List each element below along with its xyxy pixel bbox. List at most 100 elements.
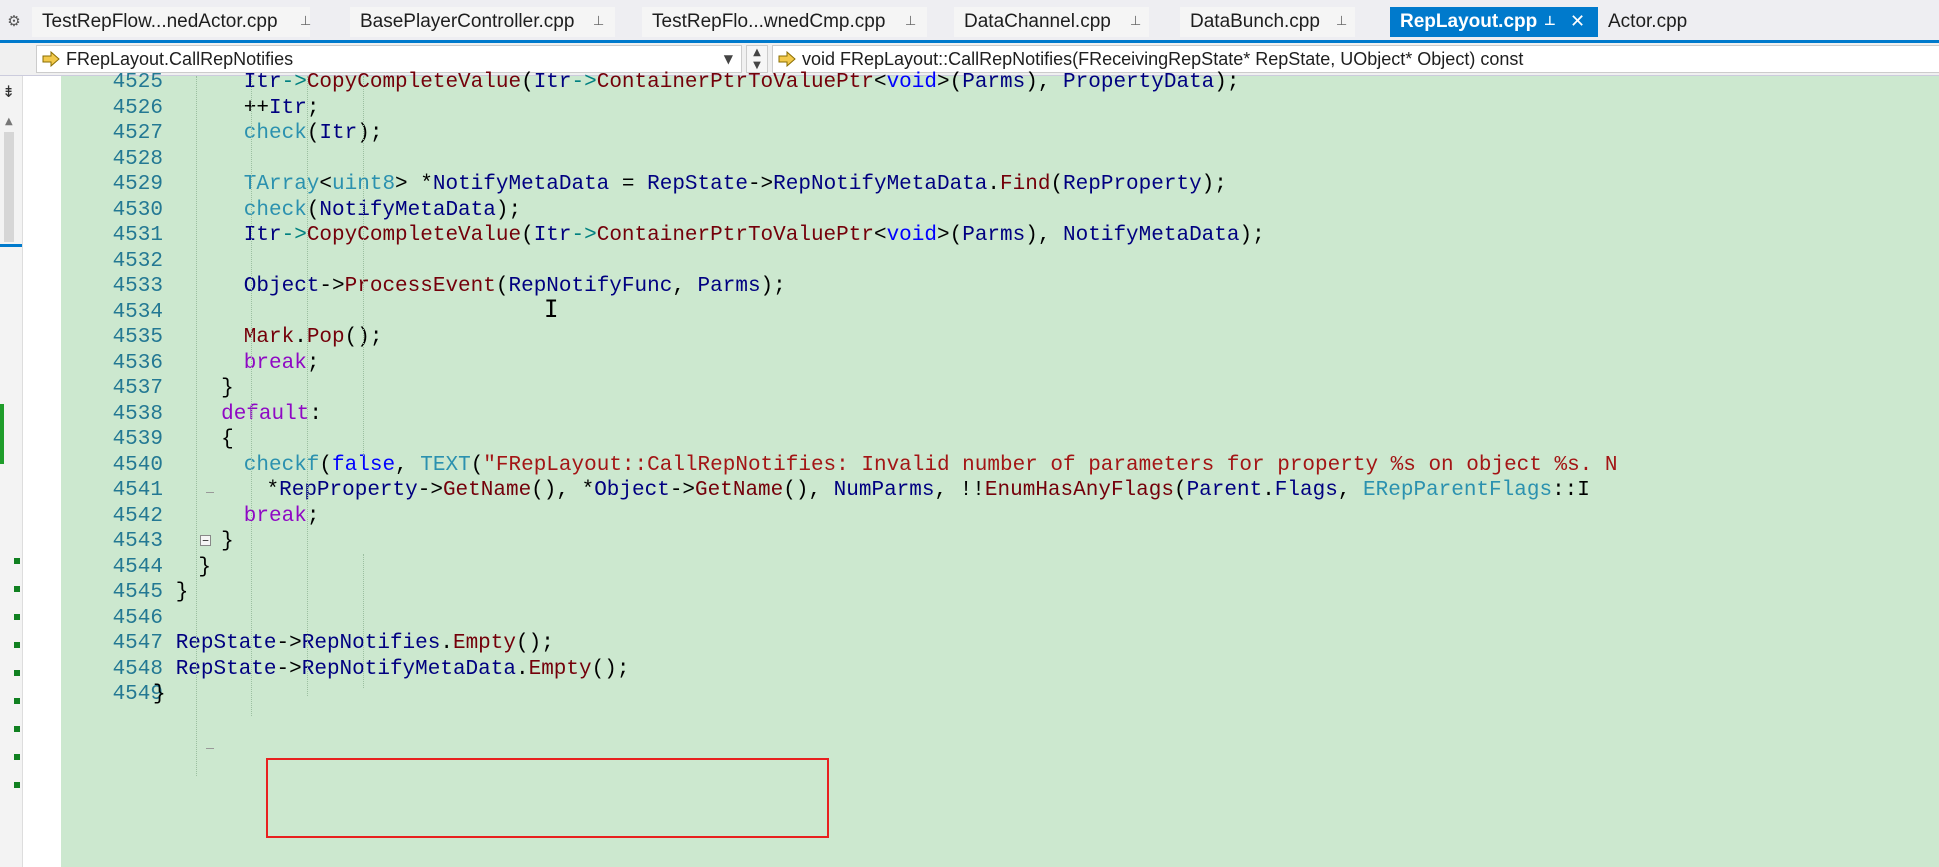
code-token: Parms (962, 71, 1026, 94)
code-token: ( (306, 122, 320, 145)
code-token: Find (1000, 173, 1051, 196)
code-line[interactable]: *RepProperty->GetName(), *Object->GetNam… (267, 475, 1590, 507)
pin-icon[interactable]: ⊥ (300, 7, 311, 37)
code-line[interactable]: Itr->CopyCompleteValue(Itr->ContainerPtr… (244, 220, 1265, 252)
change-marker (14, 754, 20, 760)
change-indicator (0, 404, 4, 464)
code-token: = (609, 173, 648, 196)
gear-icon[interactable]: ⚙ (5, 12, 23, 30)
tab-testrepflo-wnedcmp[interactable]: TestRepFlo...wnedCmp.cpp ⊥ (642, 7, 927, 37)
code-token: check (243, 198, 307, 222)
code-token: < (873, 224, 887, 247)
code-token: ( (495, 275, 509, 298)
code-line[interactable]: { (221, 424, 234, 456)
left-tool-strip: ⇟ ▲ (0, 76, 23, 867)
pin-icon[interactable]: ⊥ (905, 7, 916, 37)
change-marker (14, 670, 20, 676)
change-marker (14, 586, 20, 592)
code-token: RepNotifyMetaData (301, 657, 516, 681)
code-line[interactable]: } (198, 552, 211, 584)
code-token: ; (306, 504, 320, 528)
code-token: PropertyData (1063, 71, 1215, 94)
code-token: Pop (306, 326, 345, 349)
code-token: GetName (695, 479, 784, 502)
code-token: NotifyMetaData (1063, 224, 1240, 247)
code-token: Itr (243, 71, 282, 94)
code-line[interactable]: break; (244, 348, 320, 380)
pin-icon[interactable]: ⊥ (1130, 7, 1141, 37)
code-token: } (175, 581, 189, 604)
tab-label: Actor.cpp (1608, 11, 1688, 32)
code-line[interactable]: break; (244, 501, 320, 533)
code-token: Empty (452, 632, 516, 655)
tab-datachannel[interactable]: DataChannel.cpp ⊥ (954, 7, 1149, 37)
caret-position-marker (0, 244, 22, 247)
code-line[interactable]: Object->ProcessEvent(RepNotifyFunc, Parm… (244, 271, 786, 303)
code-token: RepState (647, 173, 748, 196)
tab-replayout[interactable]: RepLayout.cpp ⊥ ✕ (1390, 7, 1598, 37)
collapse-toggle[interactable]: − (200, 535, 211, 546)
code-token: . (1262, 479, 1275, 502)
code-token: ( (319, 453, 333, 477)
code-token: ); (1201, 173, 1227, 196)
code-token: RepState (175, 632, 277, 655)
indent-guide (251, 76, 252, 716)
code-token: , (1337, 479, 1364, 502)
code-token: (); (515, 632, 554, 655)
code-token: -> (281, 71, 307, 94)
indent-guide (196, 76, 197, 776)
code-token: -> (669, 479, 696, 502)
code-token: Object (594, 479, 670, 502)
code-token: , !! (934, 479, 985, 502)
code-token: -> (571, 224, 597, 247)
code-token: GetName (442, 479, 532, 502)
code-token: ( (1050, 173, 1064, 196)
code-token: . (515, 657, 529, 681)
pin-icon[interactable]: ⊥ (593, 7, 604, 37)
code-token: } (221, 530, 234, 553)
tab-actor[interactable]: Actor.cpp (1598, 7, 1758, 37)
code-token: ), (1025, 71, 1064, 94)
code-token: ); (1214, 71, 1240, 94)
code-token: ( (306, 198, 320, 222)
code-line[interactable]: RepState->RepNotifyMetaData.Empty(); (176, 654, 630, 686)
tab-databunch[interactable]: DataBunch.cpp ⊥ (1180, 7, 1355, 37)
scroll-up-icon[interactable]: ▲ (5, 116, 13, 127)
document-tab-bar: ⚙ TestRepFlow...nedActor.cpp ⊥ BasePlaye… (0, 0, 1939, 42)
code-token: } (221, 377, 234, 400)
code-line[interactable]: check(Itr); (244, 118, 383, 150)
code-token: TArray (243, 173, 320, 196)
split-view-icon[interactable]: ⇟ (2, 82, 15, 101)
pin-icon[interactable]: ⊥ (1336, 7, 1347, 37)
code-token: RepNotifies (301, 632, 441, 655)
tab-baseplayercontroller[interactable]: BasePlayerController.cpp ⊥ (350, 7, 615, 37)
code-token: Itr (533, 224, 572, 247)
tab-testrepflow-nedactor[interactable]: TestRepFlow...nedActor.cpp ⊥ (32, 7, 311, 37)
code-token: "FRepLayout::CallRepNotifies: Invalid nu… (483, 453, 1618, 477)
member-label: void FRepLayout::CallRepNotifies(FReceiv… (802, 49, 1524, 69)
code-token: ( (470, 453, 484, 477)
close-icon[interactable]: ✕ (1570, 7, 1585, 37)
editor-margin (27, 76, 61, 867)
code-token: Itr (243, 224, 282, 247)
code-token: * (266, 479, 280, 502)
scrollbar-thumb[interactable] (4, 132, 14, 242)
code-line[interactable]: } (176, 577, 189, 609)
code-line[interactable]: Itr->CopyCompleteValue(Itr->ContainerPtr… (244, 67, 1240, 99)
code-line[interactable]: } (221, 526, 234, 558)
tab-label: DataBunch.cpp (1190, 11, 1320, 32)
code-token: ContainerPtrToValuePtr (596, 71, 874, 94)
code-line[interactable]: } (153, 679, 166, 711)
code-token: } (153, 683, 166, 706)
code-token: RepProperty (279, 479, 418, 502)
pin-icon[interactable]: ⊥ (1544, 7, 1556, 37)
code-token: NotifyMetaData (432, 173, 610, 196)
code-token: break (243, 351, 307, 375)
change-marker (14, 642, 20, 648)
code-token: CopyCompleteValue (306, 71, 522, 94)
indent-guide (363, 554, 364, 688)
code-editor[interactable]: 4525 Itr->CopyCompleteValue(Itr->Containe… (27, 71, 1939, 867)
change-marker (14, 698, 20, 704)
code-token: Flags (1274, 479, 1338, 502)
code-token: Itr (533, 71, 572, 94)
